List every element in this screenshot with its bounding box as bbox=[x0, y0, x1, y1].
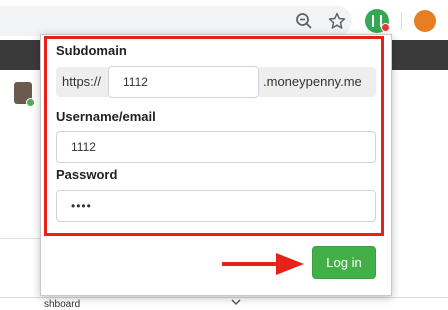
divider bbox=[0, 238, 40, 239]
star-icon[interactable] bbox=[328, 12, 346, 30]
arrow-head-icon bbox=[276, 253, 304, 275]
dashboard-dropdown-label: shboard bbox=[44, 299, 81, 310]
online-status-icon bbox=[26, 98, 35, 107]
toolbar-divider bbox=[401, 12, 402, 30]
moneypenny-extension-icon[interactable] bbox=[365, 9, 390, 33]
chevron-down-icon bbox=[231, 298, 241, 309]
user-avatar bbox=[14, 82, 35, 107]
notification-badge bbox=[381, 23, 390, 32]
login-button[interactable]: Log in bbox=[312, 246, 376, 279]
profile-avatar[interactable] bbox=[414, 10, 436, 32]
arrow-icon bbox=[222, 262, 278, 266]
highlight-box bbox=[44, 36, 384, 236]
zoom-out-icon[interactable] bbox=[295, 12, 313, 30]
